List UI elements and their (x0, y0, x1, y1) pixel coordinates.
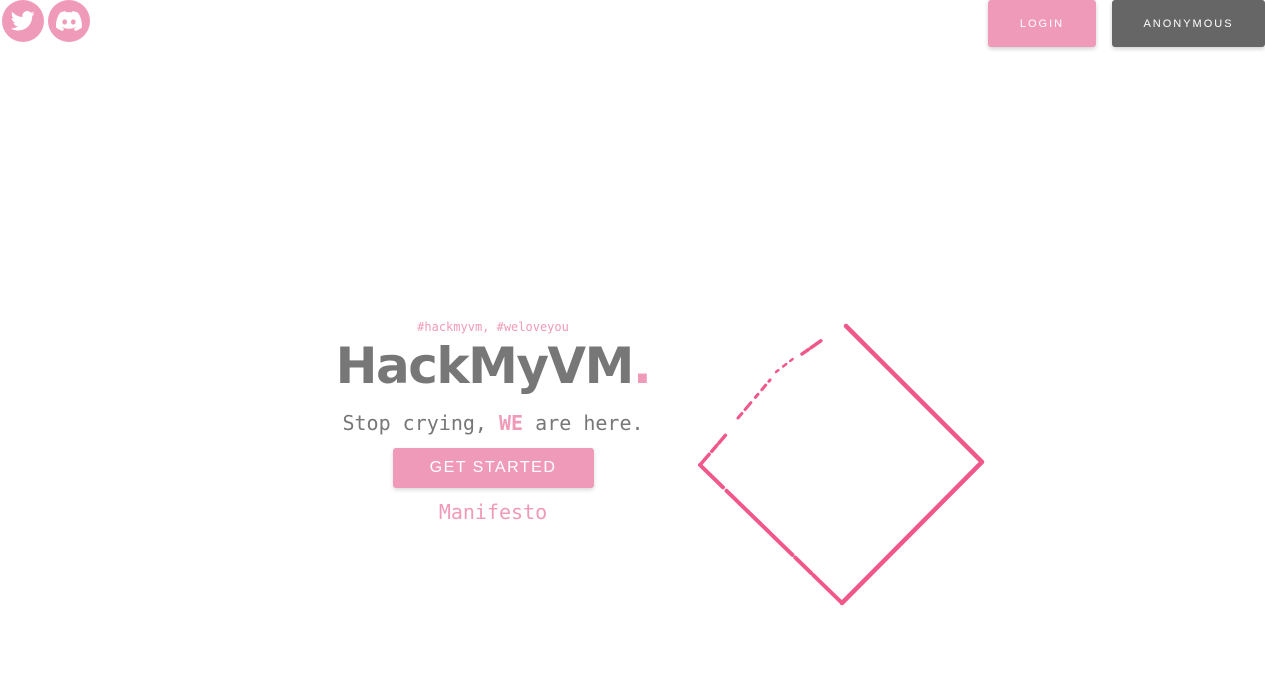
twitter-icon (11, 11, 35, 31)
page-title: HackMyVM. (293, 338, 693, 394)
diamond-logo-graphic (698, 323, 985, 606)
manifesto-link[interactable]: Manifesto (293, 498, 693, 526)
tagline-end: are here. (523, 411, 644, 435)
login-button[interactable]: LOGIN (988, 0, 1096, 47)
tagline-start: Stop crying, (342, 411, 500, 435)
discord-icon (56, 11, 82, 31)
tagline: Stop crying, WE are here. (293, 410, 693, 436)
anonymous-button[interactable]: ANONYMOUS (1112, 0, 1265, 47)
tagline-we: WE (499, 411, 524, 435)
title-dot: . (632, 337, 652, 395)
social-links (2, 0, 90, 42)
discord-link[interactable] (48, 0, 90, 42)
twitter-link[interactable] (2, 0, 44, 42)
hero-section: #hackmyvm, #weloveyou HackMyVM. Stop cry… (293, 316, 693, 526)
title-text: HackMyVM (335, 337, 635, 395)
hashtags: #hackmyvm, #weloveyou (417, 320, 569, 334)
get-started-button[interactable]: GET STARTED (392, 448, 594, 488)
